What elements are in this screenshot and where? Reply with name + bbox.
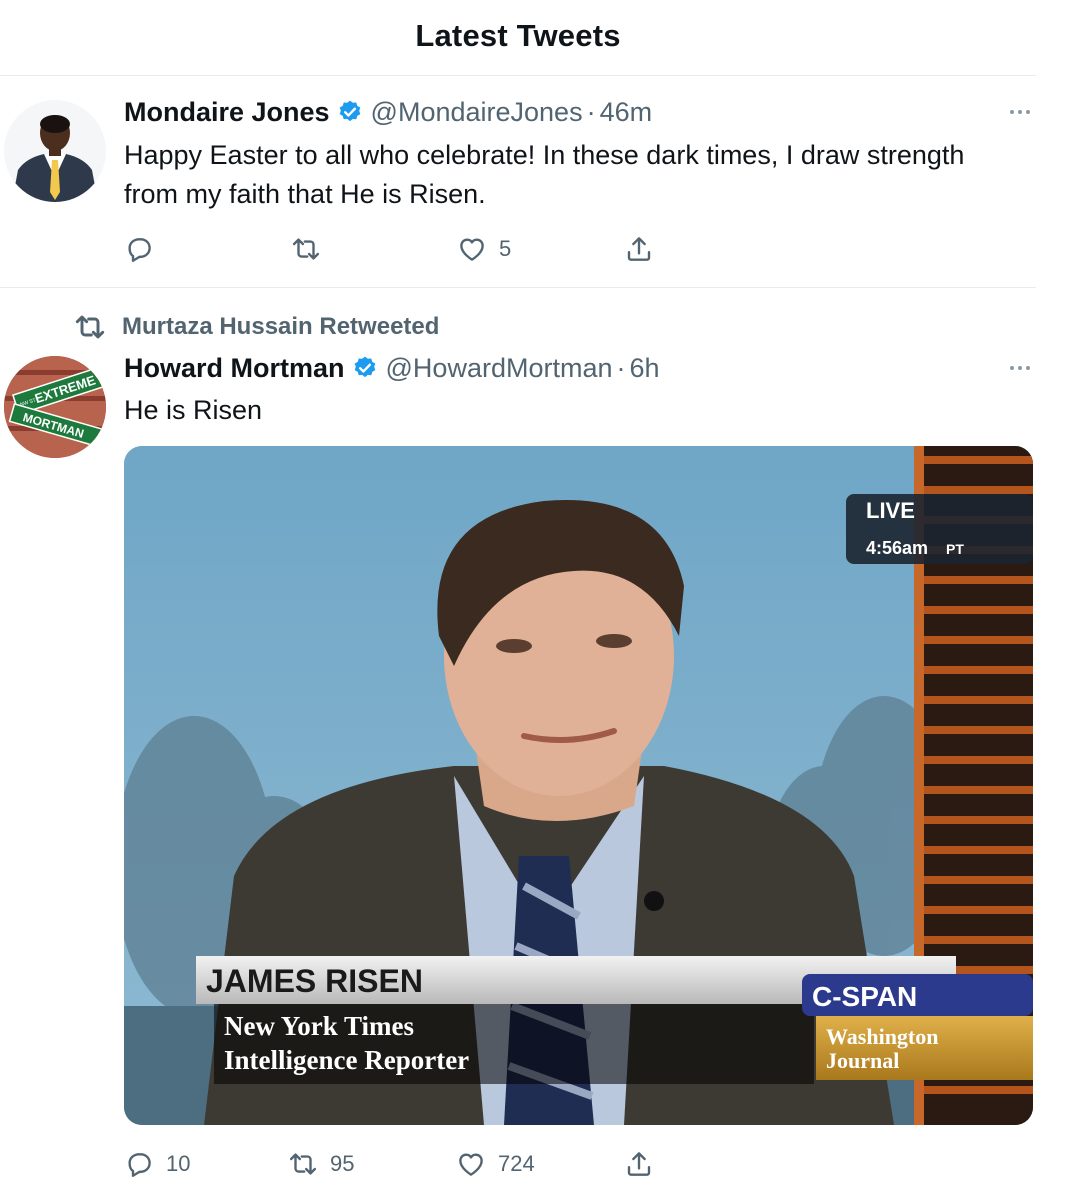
- reply-count: 10: [166, 1151, 191, 1176]
- retweet-icon: [75, 315, 105, 339]
- retweet-context[interactable]: Murtaza Hussain Retweeted: [74, 310, 439, 344]
- handle[interactable]: @MondaireJones: [371, 97, 583, 128]
- tweet-divider: [0, 287, 1036, 288]
- tweet-text-line: Happy Easter to all who celebrate! In th…: [124, 140, 965, 170]
- like-button[interactable]: 724: [456, 1147, 535, 1181]
- display-name[interactable]: Mondaire Jones: [124, 97, 330, 128]
- verified-badge-icon: [337, 99, 363, 125]
- separator: ·: [586, 96, 596, 127]
- more-icon[interactable]: [1005, 102, 1035, 122]
- timestamp[interactable]: 6h: [629, 353, 659, 384]
- live-time: 4:56am: [866, 538, 928, 558]
- separator: ·: [616, 352, 626, 383]
- like-count: 5: [499, 236, 512, 261]
- display-name[interactable]: Howard Mortman: [124, 353, 345, 384]
- live-label: LIVE: [866, 498, 915, 523]
- timeline-header: Latest Tweets: [0, 0, 1036, 76]
- tweet-media-image[interactable]: LIVE 4:56am PT JAMES RISEN New York Time…: [124, 446, 1033, 1125]
- avatar-photo: EXTREME NW ST MORTMAN: [4, 356, 106, 458]
- verified-badge-icon: [352, 355, 378, 381]
- program-line2: Journal: [826, 1048, 899, 1073]
- like-button[interactable]: 5: [457, 232, 511, 266]
- tweet-author-row: Howard Mortman @HowardMortman · 6h: [124, 351, 660, 385]
- retweeted-by-label: Murtaza Hussain Retweeted: [122, 313, 440, 340]
- avatar-photo: [4, 100, 106, 202]
- like-icon: [460, 238, 484, 261]
- more-icon[interactable]: [1005, 358, 1035, 378]
- reply-button[interactable]: [124, 232, 166, 266]
- share-button[interactable]: [624, 1147, 654, 1181]
- share-icon: [627, 1152, 651, 1176]
- tweet-author-row: Mondaire Jones @MondaireJones · 46m: [124, 95, 652, 129]
- handle[interactable]: @HowardMortman: [386, 353, 613, 384]
- tweet-text: Happy Easter to all who celebrate! In th…: [124, 136, 964, 214]
- tweet-text: He is Risen: [124, 395, 263, 425]
- lower-third-line1: New York Times: [224, 1011, 414, 1041]
- avatar[interactable]: [4, 100, 106, 202]
- share-icon: [627, 237, 651, 261]
- network-logo: C-SPAN: [812, 981, 917, 1012]
- retweet-count: 95: [330, 1151, 355, 1176]
- tweet-text-line: from my faith that He is Risen.: [124, 179, 486, 209]
- live-timezone: PT: [946, 541, 964, 557]
- like-count: 724: [498, 1151, 535, 1176]
- tv-screenshot: LIVE 4:56am PT JAMES RISEN New York Time…: [124, 446, 1033, 1125]
- like-icon: [459, 1153, 483, 1176]
- retweet-button[interactable]: 95: [288, 1147, 354, 1181]
- timestamp[interactable]: 46m: [600, 97, 653, 128]
- reply-button[interactable]: 10: [124, 1147, 190, 1181]
- program-line1: Washington: [826, 1024, 939, 1049]
- avatar[interactable]: EXTREME NW ST MORTMAN: [4, 356, 106, 458]
- retweet-icon: [292, 238, 320, 260]
- page-title: Latest Tweets: [415, 18, 621, 53]
- share-button[interactable]: [624, 232, 654, 266]
- lower-third-name: JAMES RISEN: [206, 963, 423, 999]
- retweet-button[interactable]: [291, 232, 333, 266]
- lower-third-line2: Intelligence Reporter: [224, 1045, 469, 1075]
- reply-icon: [128, 1153, 151, 1177]
- reply-icon: [128, 238, 151, 262]
- retweet-icon: [289, 1153, 317, 1175]
